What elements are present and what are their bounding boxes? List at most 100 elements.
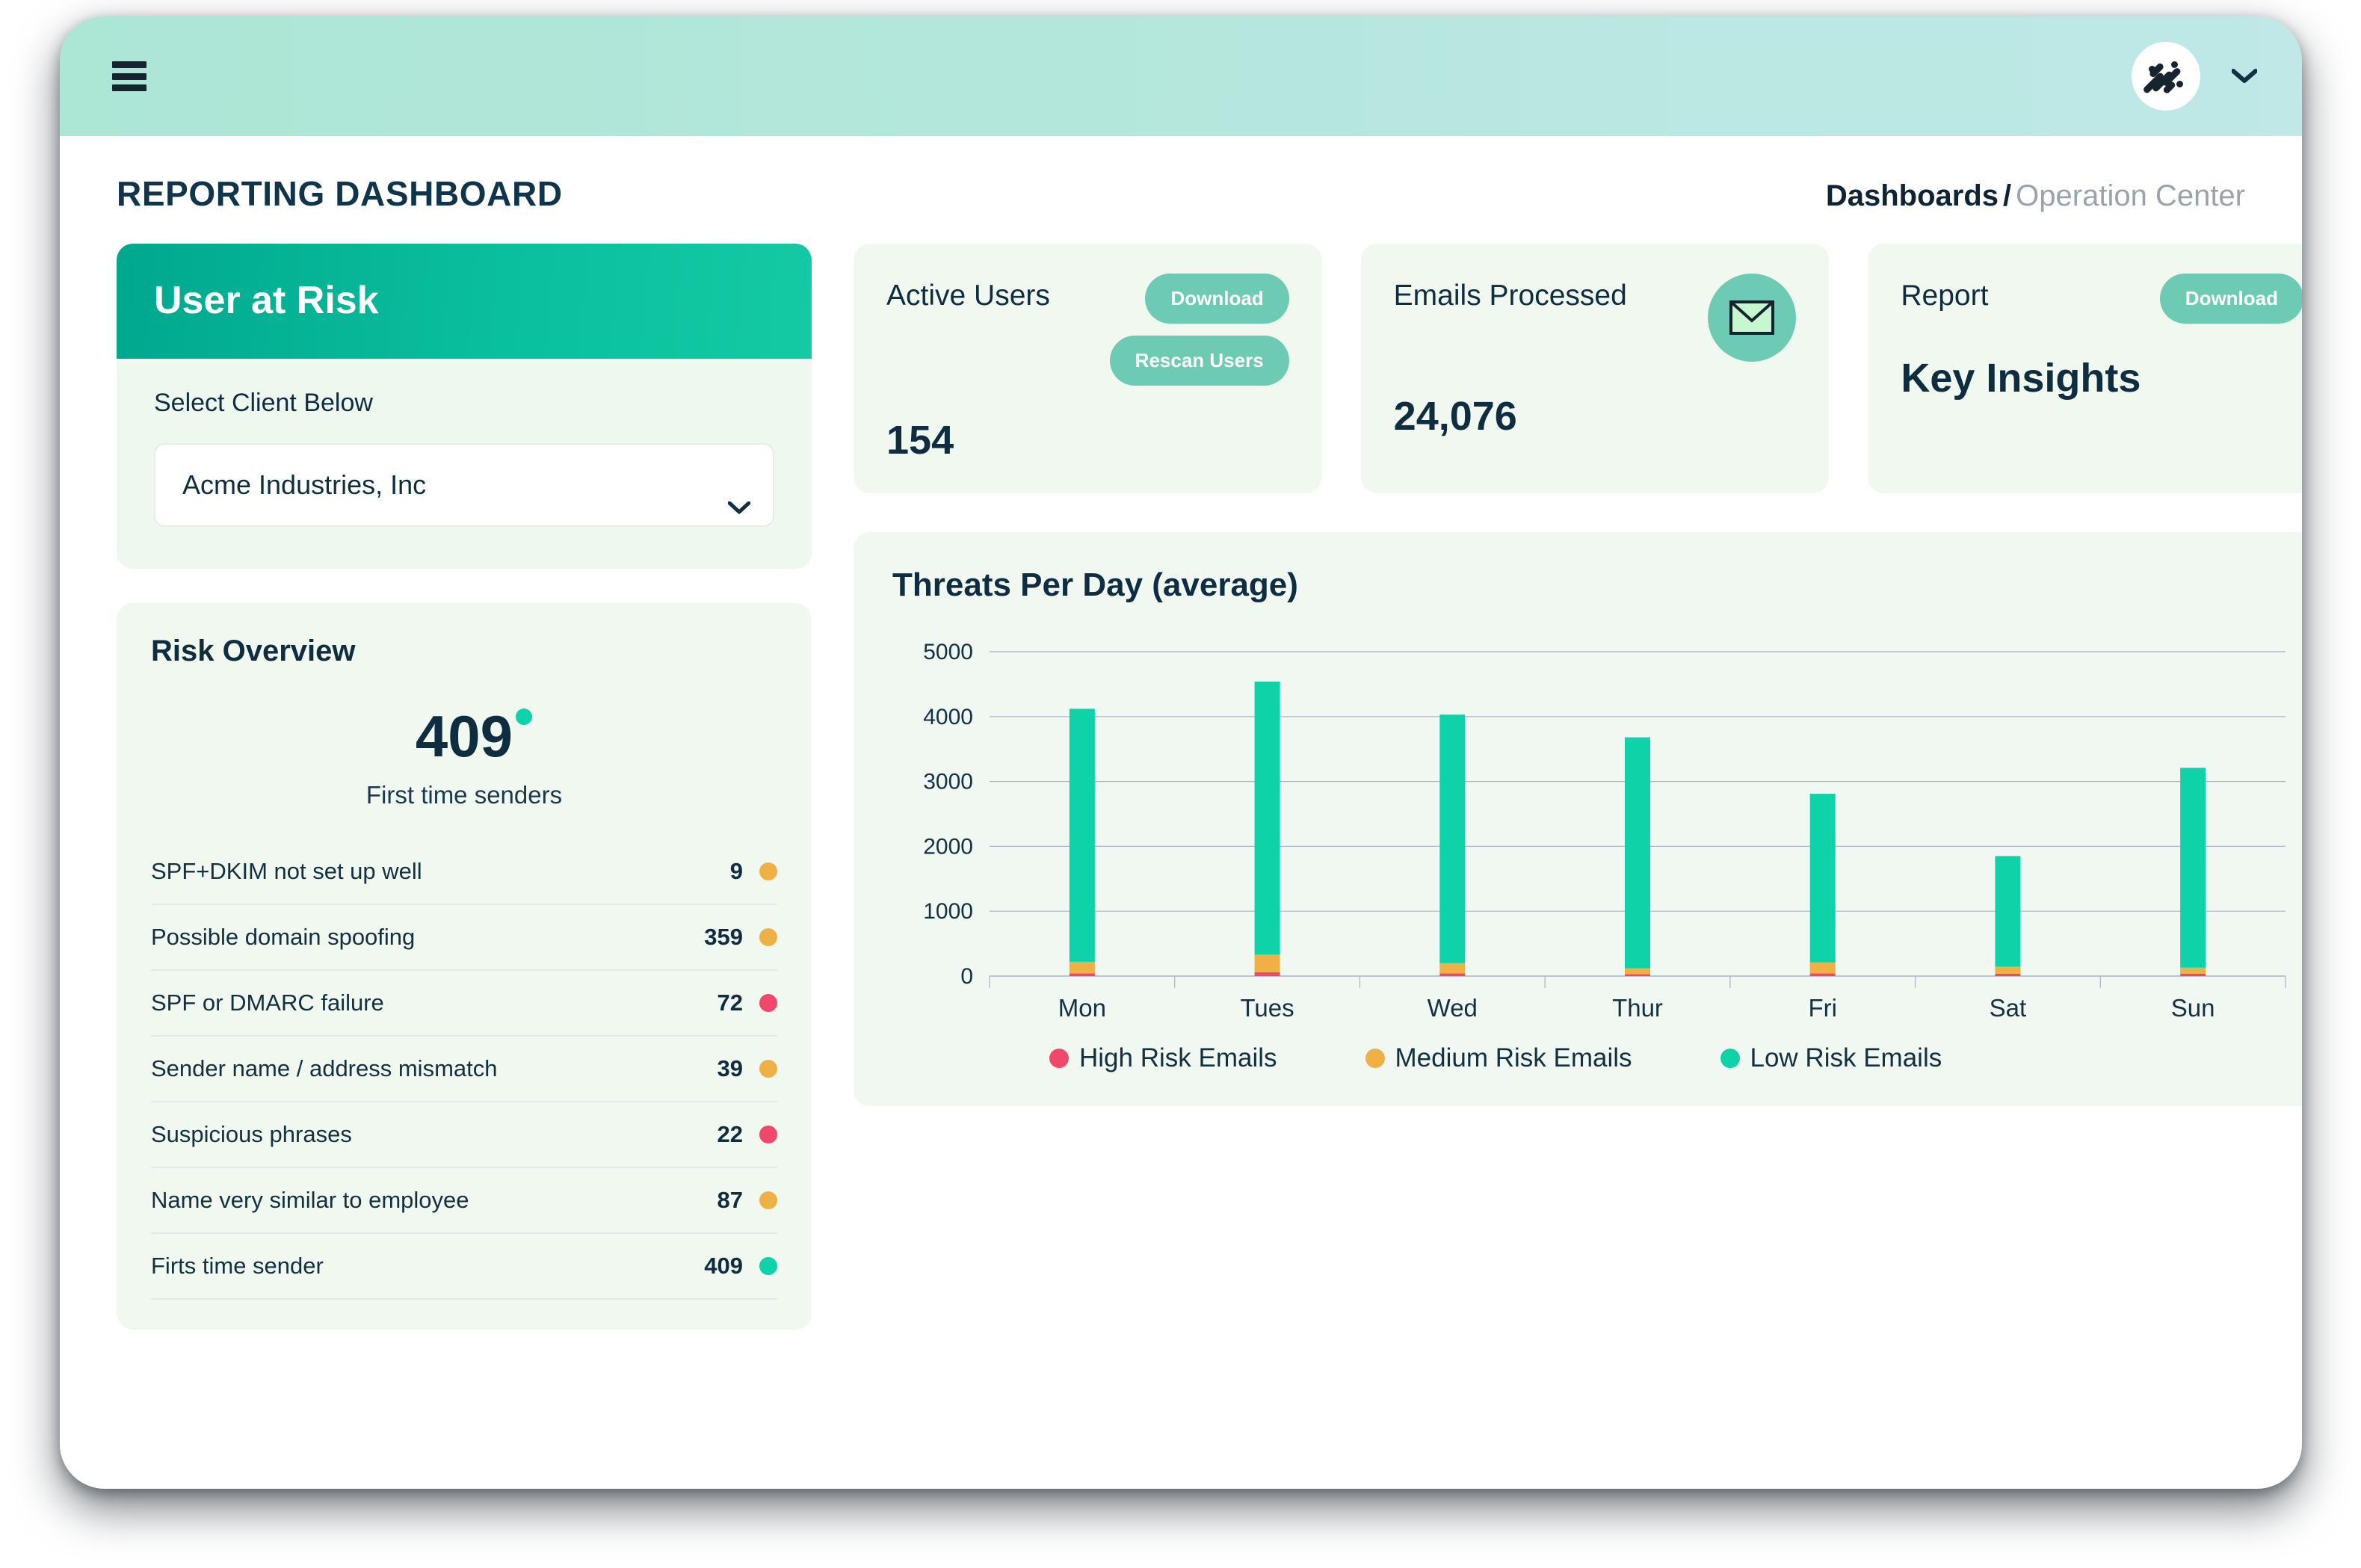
svg-text:Sun: Sun <box>2171 994 2215 1022</box>
active-users-value: 154 <box>886 418 954 463</box>
risk-row-value: 409 <box>704 1253 743 1279</box>
risk-row[interactable]: Suspicious phrases 22 <box>151 1102 777 1168</box>
page-content: REPORTING DASHBOARD Dashboards / Operation… <box>60 136 2302 1330</box>
risk-row[interactable]: SPF or DMARC failure 72 <box>151 971 777 1037</box>
legend-item-medium-risk: Medium Risk Emails <box>1365 1043 1632 1073</box>
svg-text:1000: 1000 <box>923 899 973 924</box>
risk-row[interactable]: Possible domain spoofing 359 <box>151 905 777 971</box>
download-button[interactable]: Download <box>2159 274 2302 324</box>
svg-text:2000: 2000 <box>923 834 973 859</box>
legend-dot-icon <box>1720 1049 1740 1068</box>
risk-row-value: 359 <box>704 924 743 950</box>
chevron-down-icon <box>728 501 750 515</box>
client-select[interactable]: Acme Industries, Inc <box>154 443 774 527</box>
emails-processed-value: 24,076 <box>1393 394 1517 439</box>
report-top-row: Report Download <box>1901 274 2302 324</box>
status-dot-icon <box>516 709 533 725</box>
user-at-risk-card: User at Risk Select Client Below Acme In… <box>117 244 812 569</box>
logo-avatar-icon[interactable] <box>2132 42 2200 111</box>
svg-text:5000: 5000 <box>923 640 973 664</box>
chart-legend: High Risk Emails Medium Risk Emails Low … <box>892 1043 2297 1073</box>
svg-text:Sat: Sat <box>1990 994 2027 1022</box>
user-at-risk-header: User at Risk <box>117 244 812 359</box>
risk-severity-dot-icon <box>759 1060 777 1078</box>
top-bar <box>60 16 2302 136</box>
download-button[interactable]: Download <box>1145 274 1289 324</box>
select-client-label: Select Client Below <box>154 389 373 417</box>
stat-card-row: Active Users Download Rescan Users 154 E… <box>854 244 2302 493</box>
risk-row-label: Name very similar to employee <box>151 1187 469 1213</box>
legend-label: Low Risk Emails <box>1750 1043 1942 1072</box>
risk-severity-dot-icon <box>759 1191 777 1209</box>
risk-row-label: Suspicious phrases <box>151 1121 352 1147</box>
first-time-senders-label: First time senders <box>365 781 563 809</box>
active-users-actions: Download Rescan Users <box>1109 274 1289 386</box>
report-label: Report <box>1901 280 1989 312</box>
emails-processed-card: Emails Processed 24,076 <box>1360 244 1830 493</box>
risk-row[interactable]: Name very similar to employee 87 <box>151 1168 777 1234</box>
screenshot-stage: REPORTING DASHBOARD Dashboards / Operation… <box>0 0 2361 1568</box>
rescan-users-button[interactable]: Rescan Users <box>1109 336 1289 386</box>
risk-list: SPF+DKIM not set up well 9 Possible doma… <box>151 839 777 1300</box>
dashboard-grid: User at Risk Select Client Below Acme In… <box>117 244 2302 1330</box>
svg-text:Mon: Mon <box>1058 994 1106 1022</box>
legend-label: Medium Risk Emails <box>1395 1043 1632 1072</box>
app-window: REPORTING DASHBOARD Dashboards / Operation… <box>60 16 2302 1489</box>
report-value: Key Insights <box>1901 356 2141 401</box>
risk-row-value: 22 <box>717 1121 743 1147</box>
envelope-icon <box>1708 274 1797 362</box>
risk-row-value: 9 <box>729 858 743 884</box>
breadcrumb-separator: / <box>2003 179 2012 212</box>
client-select-value: Acme Industries, Inc <box>182 469 427 500</box>
risk-row-value: 72 <box>717 990 743 1016</box>
first-time-senders-stat: 409 First time senders <box>151 703 777 809</box>
bar-chart: 0 1000 2000 3000 4000 5000 Mon Tues Wed Thur Fri Sa… <box>923 640 2286 1022</box>
active-users-card: Active Users Download Rescan Users 154 <box>854 244 1322 493</box>
hamburger-icon[interactable] <box>112 61 146 91</box>
risk-severity-dot-icon <box>759 994 777 1012</box>
chart-plot-area: 0 1000 2000 3000 4000 5000 Mon Tues Wed Thur Fri Sa… <box>892 638 2297 1027</box>
risk-severity-dot-icon <box>759 928 777 946</box>
risk-row[interactable]: Sender name / address mismatch 39 <box>151 1037 777 1102</box>
breadcrumb-root[interactable]: Dashboards <box>1826 179 1999 212</box>
legend-label: High Risk Emails <box>1079 1043 1277 1072</box>
left-column: User at Risk Select Client Below Acme In… <box>117 244 812 1330</box>
risk-row-label: Possible domain spoofing <box>151 924 416 950</box>
risk-overview-heading: Risk Overview <box>151 635 356 667</box>
legend-dot-icon <box>1049 1049 1069 1068</box>
first-time-senders-value: 409 <box>415 703 513 769</box>
risk-row-value: 39 <box>717 1055 743 1081</box>
risk-row[interactable]: Firts time sender 409 <box>151 1234 777 1300</box>
active-users-top-row: Active Users Download Rescan Users <box>886 274 1289 386</box>
risk-row-value: 87 <box>717 1187 743 1213</box>
legend-dot-icon <box>1365 1049 1385 1068</box>
emails-processed-top-row: Emails Processed <box>1394 274 1797 362</box>
chart-title: Threats Per Day (average) <box>892 567 1298 603</box>
user-at-risk-body: Select Client Below Acme Industries, Inc <box>117 359 812 569</box>
page-title: REPORTING DASHBOARD <box>117 174 563 213</box>
chevron-down-icon[interactable] <box>2232 69 2257 84</box>
risk-row[interactable]: SPF+DKIM not set up well 9 <box>151 839 777 905</box>
user-at-risk-heading: User at Risk <box>154 279 379 322</box>
risk-severity-dot-icon <box>759 1257 777 1275</box>
svg-text:0: 0 <box>960 964 973 989</box>
right-column: Active Users Download Rescan Users 154 E… <box>854 244 2302 1330</box>
legend-item-high-risk: High Risk Emails <box>1049 1043 1277 1073</box>
title-row: REPORTING DASHBOARD Dashboards / Operation… <box>117 173 2245 214</box>
risk-overview-card: Risk Overview 409 First time senders SPF… <box>117 603 812 1330</box>
first-time-senders-value-wrap: 409 <box>415 703 533 771</box>
svg-text:Fri: Fri <box>1808 994 1836 1022</box>
top-bar-right <box>2132 42 2257 111</box>
report-actions: Download <box>2159 274 2302 324</box>
svg-text:Wed: Wed <box>1428 994 1478 1022</box>
breadcrumb-current: Operation Center <box>2016 179 2245 212</box>
risk-row-label: SPF+DKIM not set up well <box>151 858 422 884</box>
svg-text:Tues: Tues <box>1241 994 1294 1022</box>
breadcrumb: Dashboards / Operation Center <box>1826 179 2245 213</box>
svg-text:3000: 3000 <box>923 770 973 794</box>
risk-row-label: Sender name / address mismatch <box>151 1055 498 1081</box>
svg-text:4000: 4000 <box>923 705 973 729</box>
risk-severity-dot-icon <box>759 1126 777 1143</box>
risk-row-label: Firts time sender <box>151 1253 324 1279</box>
risk-row-label: SPF or DMARC failure <box>151 990 384 1016</box>
